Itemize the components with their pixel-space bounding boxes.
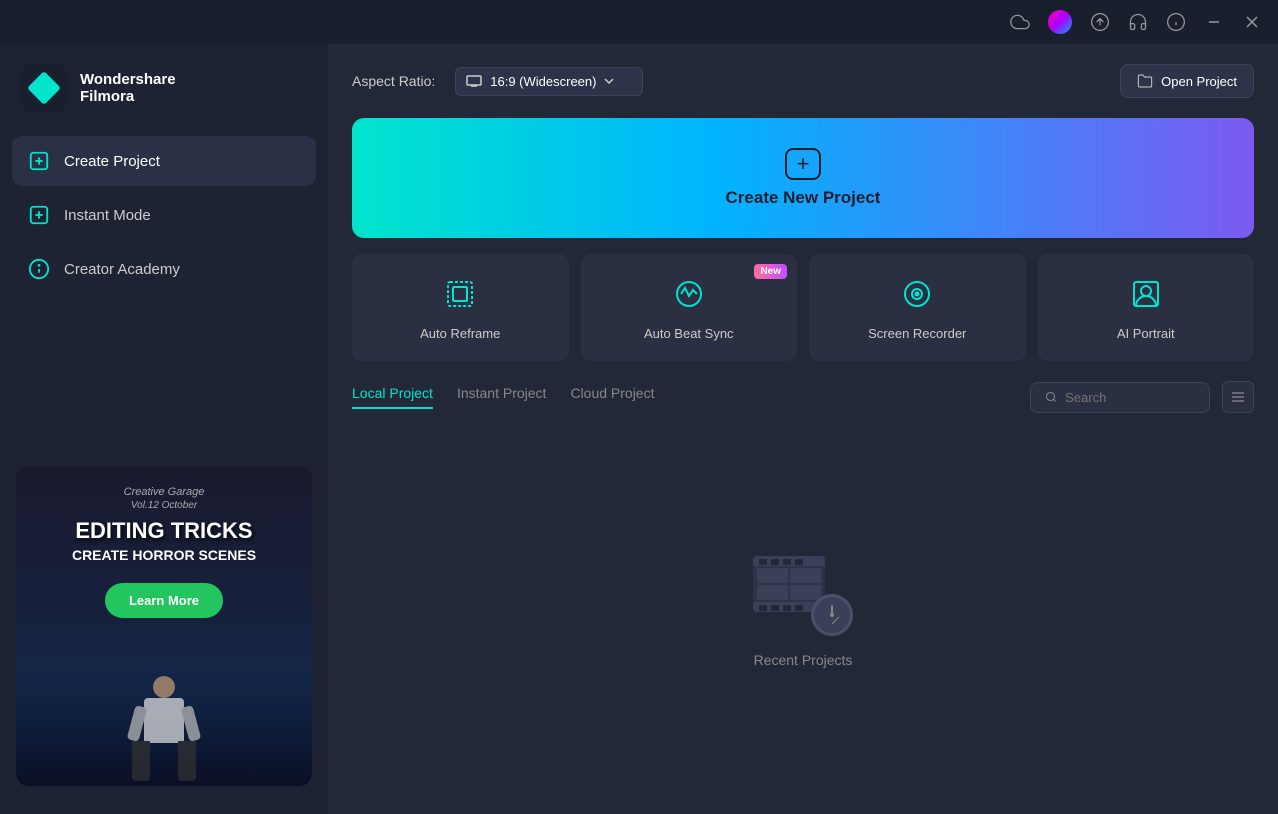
content-area: Aspect Ratio: 16:9 (Widescreen) (328, 44, 1278, 814)
tab-local-project[interactable]: Local Project (352, 385, 433, 409)
create-project-icon (28, 150, 50, 172)
aspect-ratio-value: 16:9 (Widescreen) (490, 74, 596, 89)
tab-instant-project[interactable]: Instant Project (457, 385, 547, 409)
titlebar (0, 0, 1278, 44)
screen-recorder-icon (897, 274, 937, 314)
tool-label-auto-reframe: Auto Reframe (420, 326, 500, 341)
clock-hand-minute (832, 616, 840, 624)
film-hole (759, 559, 767, 565)
open-project-label: Open Project (1161, 74, 1237, 89)
logo-text: Wondershare Filmora (80, 71, 176, 105)
list-view-button[interactable] (1222, 381, 1254, 413)
film-frame (790, 585, 821, 600)
profile-avatar[interactable] (1048, 10, 1072, 34)
tool-card-screen-recorder[interactable]: Screen Recorder (809, 254, 1026, 361)
create-new-project-banner[interactable]: + Create New Project (352, 118, 1254, 238)
create-project-plus-icon: + (785, 148, 821, 180)
tab-cloud-project[interactable]: Cloud Project (570, 385, 654, 409)
auto-reframe-icon (440, 274, 480, 314)
instant-mode-icon (28, 204, 50, 226)
tool-card-auto-beat-sync[interactable]: New Auto Beat Sync (581, 254, 798, 361)
list-view-icon (1230, 389, 1246, 405)
film-hole (771, 605, 779, 611)
recent-projects-label: Recent Projects (754, 652, 853, 668)
banner-headline: EDITING TRICKS (75, 519, 252, 543)
recent-clock-icon (811, 594, 853, 636)
sidebar-item-create-project[interactable]: Create Project (12, 136, 316, 186)
sidebar-nav: Create Project Instant Mode (0, 136, 328, 294)
folder-icon (1137, 73, 1153, 89)
sidebar-item-creator-academy[interactable]: Creator Academy (12, 244, 316, 294)
tool-label-ai-portrait: AI Portrait (1117, 326, 1175, 341)
film-hole (795, 559, 803, 565)
chevron-down-icon (604, 78, 614, 84)
film-frames (753, 566, 825, 602)
tool-label-auto-beat-sync: Auto Beat Sync (644, 326, 734, 341)
close-button[interactable] (1242, 12, 1262, 32)
search-box[interactable] (1030, 382, 1210, 413)
cloud-icon[interactable] (1010, 12, 1030, 32)
content-topbar: Aspect Ratio: 16:9 (Widescreen) (352, 64, 1254, 98)
banner-figure (129, 676, 199, 776)
sidebar-item-label-instant: Instant Mode (64, 207, 151, 224)
film-frame (757, 568, 788, 583)
film-hole (795, 605, 803, 611)
film-hole (783, 605, 791, 611)
figure-leg-left (132, 741, 150, 781)
film-frame (757, 585, 788, 600)
tool-label-screen-recorder: Screen Recorder (868, 326, 966, 341)
figure-head (153, 676, 175, 698)
banner-learn-more-button[interactable]: Learn More (105, 583, 223, 618)
tool-card-auto-reframe[interactable]: Auto Reframe (352, 254, 569, 361)
tools-grid: Auto Reframe New Auto Beat Sync (352, 254, 1254, 361)
clock-center (830, 613, 834, 617)
sidebar-item-label-create: Create Project (64, 153, 160, 170)
film-hole (759, 605, 767, 611)
info-icon[interactable] (1166, 12, 1186, 32)
figure-torso (144, 698, 184, 743)
film-top-holes (753, 556, 825, 566)
aspect-ratio-select[interactable]: 16:9 (Widescreen) (455, 67, 643, 96)
logo-diamond (27, 71, 61, 105)
projects-section: Local Project Instant Project Cloud Proj… (352, 381, 1254, 794)
sidebar-item-label-academy: Creator Academy (64, 261, 180, 278)
empty-projects-icon (753, 556, 853, 636)
film-hole (771, 559, 779, 565)
logo-icon (20, 64, 68, 112)
film-frame (790, 568, 821, 583)
new-badge: New (754, 264, 787, 279)
projects-tools (1030, 381, 1254, 413)
minimize-button[interactable] (1204, 12, 1224, 32)
banner-subheadline: CREATE HORROR SCENES (72, 547, 256, 563)
ai-portrait-icon (1126, 274, 1166, 314)
tool-card-ai-portrait[interactable]: AI Portrait (1038, 254, 1255, 361)
banner-vol: Vol.12 October (131, 500, 197, 511)
projects-tabs-bar: Local Project Instant Project Cloud Proj… (352, 381, 1254, 413)
headset-icon[interactable] (1128, 12, 1148, 32)
clock-face (820, 603, 844, 627)
upload-icon[interactable] (1090, 12, 1110, 32)
sidebar: Wondershare Filmora Create Project (0, 44, 328, 814)
main-layout: Wondershare Filmora Create Project (0, 44, 1278, 814)
app-logo: Wondershare Filmora (0, 56, 328, 136)
app-subtitle: Filmora (80, 88, 176, 105)
app-name: Wondershare (80, 71, 176, 88)
film-hole (783, 559, 791, 565)
search-icon (1045, 390, 1057, 404)
projects-tabs: Local Project Instant Project Cloud Proj… (352, 385, 654, 409)
search-input[interactable] (1065, 390, 1195, 405)
sidebar-banner[interactable]: Creative Garage Vol.12 October EDITING T… (16, 466, 312, 786)
aspect-ratio-container: Aspect Ratio: 16:9 (Widescreen) (352, 67, 643, 96)
create-project-label: Create New Project (726, 188, 881, 208)
aspect-ratio-label: Aspect Ratio: (352, 73, 435, 89)
figure-leg-right (178, 741, 196, 781)
auto-beat-sync-icon (669, 274, 709, 314)
clock-hand-hour (831, 605, 833, 613)
open-project-button[interactable]: Open Project (1120, 64, 1254, 98)
sidebar-item-instant-mode[interactable]: Instant Mode (12, 190, 316, 240)
monitor-icon (466, 75, 482, 87)
banner-small-title: Creative Garage (124, 486, 205, 498)
creator-academy-icon (28, 258, 50, 280)
projects-empty-state: Recent Projects (352, 429, 1254, 794)
